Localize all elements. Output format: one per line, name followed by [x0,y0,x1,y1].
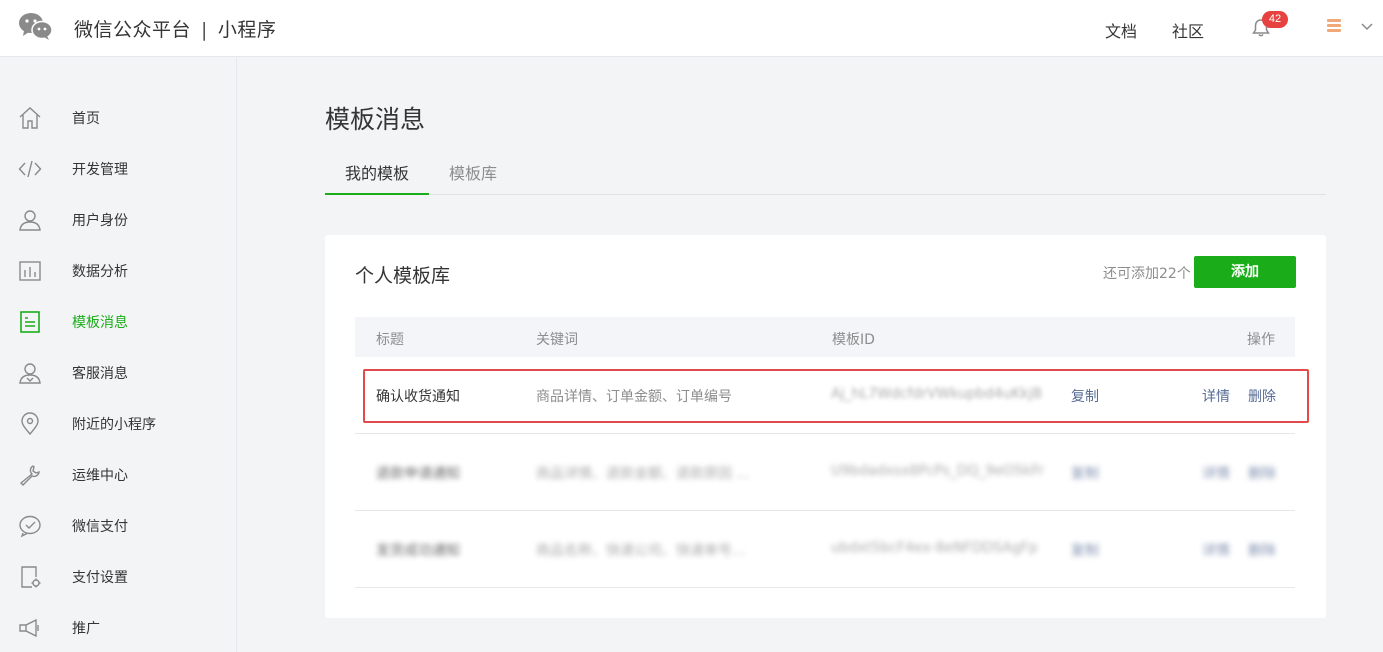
sidebar-item-ops[interactable]: 运维中心 [0,449,236,500]
sidebar-item-label: 推广 [72,621,100,637]
sidebar-item-label: 微信支付 [72,519,128,535]
sidebar-item-customer-service[interactable]: 客服消息 [0,347,236,398]
megaphone-icon [19,618,39,638]
chart-icon [19,261,41,281]
row-template-id: ubdxt5bcF4ex-8eNFDDSAgFp [831,540,1038,556]
tab-my-templates[interactable]: 我的模板 [325,156,429,195]
delete-link[interactable]: 删除 [1248,463,1276,483]
row-template-id: U9bdadxsx8PcPs_DQ_9eO5kFr [831,463,1044,479]
wrench-icon [19,465,40,486]
column-header-actions: 操作 [1247,332,1275,348]
copy-link[interactable]: 复制 [1071,386,1099,406]
pay-settings-icon [21,566,41,588]
sidebar-item-user-identity[interactable]: 用户身份 [0,194,236,245]
sidebar-item-label: 客服消息 [72,366,128,382]
sidebar-item-pay-settings[interactable]: 支付设置 [0,551,236,602]
tab-bar: 我的模板 模板库 [325,156,1326,195]
template-icon [20,311,40,333]
copy-link[interactable]: 复制 [1071,540,1099,560]
brand-separator: | [201,19,208,41]
user-icon [19,210,41,231]
table-header: 标题 关键词 模板ID 操作 [355,317,1295,357]
detail-link[interactable]: 详情 [1202,540,1230,560]
community-link[interactable]: 社区 [1172,18,1204,42]
sidebar-item-analytics[interactable]: 数据分析 [0,245,236,296]
sidebar-item-label: 支付设置 [72,570,128,586]
sidebar-item-home[interactable]: 首页 [0,92,236,143]
row-title: 确认收货通知 [376,389,460,405]
brand-name: 微信公众平台 [74,19,192,41]
detail-link[interactable]: 详情 [1202,463,1230,483]
sidebar-item-label: 运维中心 [72,468,128,484]
sidebar-item-label: 附近的小程序 [72,417,156,433]
personal-template-card: 个人模板库 还可添加22个 添加 标题 关键词 模板ID 操作 确认收货通知 商… [325,235,1326,618]
chevron-down-icon[interactable] [1361,22,1373,32]
sidebar-item-label: 模板消息 [72,315,128,331]
location-icon [21,412,39,436]
sidebar-item-wechat-pay[interactable]: 微信支付 [0,500,236,551]
table-row: 发货成功通知 商品名称、快递公司、快递单号... ubdxt5bcF4ex-8e… [355,511,1295,588]
sidebar-item-label: 首页 [72,111,100,127]
docs-link[interactable]: 文档 [1105,18,1137,42]
page-title: 模板消息 [325,105,426,134]
remaining-count: 还可添加22个 [1103,266,1191,282]
detail-link[interactable]: 详情 [1202,386,1230,406]
product-name: 小程序 [217,19,277,41]
table-row: 退款申请通知 商品详情、退款金额、退款原因 ... U9bdadxsx8PcPs… [355,434,1295,511]
sidebar-item-dev[interactable]: 开发管理 [0,143,236,194]
row-title: 发货成功通知 [376,543,460,559]
column-header-template-id: 模板ID [832,332,875,348]
delete-link[interactable]: 删除 [1248,540,1276,560]
code-icon [18,160,42,178]
tab-template-library[interactable]: 模板库 [449,156,497,195]
copy-link[interactable]: 复制 [1071,463,1099,483]
add-button[interactable]: 添加 [1194,256,1296,288]
notification-badge[interactable]: 42 [1262,11,1288,28]
home-icon [19,107,41,129]
top-bar: 微信公众平台 | 小程序 文档 社区 42 [0,0,1383,57]
sidebar-item-label: 用户身份 [72,213,128,229]
sidebar: 首页 开发管理 用户身份 数据分析 模板消息 客服消息 附近的小程序 运维中心 … [0,58,237,652]
row-keywords: 商品详情、退款金额、退款原因 ... [536,466,750,482]
brand-title[interactable]: 微信公众平台 | 小程序 [74,15,276,42]
card-title: 个人模板库 [355,265,451,287]
wechat-logo-icon[interactable] [18,11,54,41]
column-header-title: 标题 [376,332,404,348]
sidebar-item-label: 数据分析 [72,264,128,280]
pay-icon [19,515,41,538]
sidebar-item-nearby[interactable]: 附近的小程序 [0,398,236,449]
row-title: 退款申请通知 [376,466,460,482]
table-row: 确认收货通知 商品详情、订单金额、订单编号 Aj_hL7WdcfdrVWkupb… [355,357,1295,434]
delete-link[interactable]: 删除 [1248,386,1276,406]
column-header-keywords: 关键词 [536,332,578,348]
sidebar-item-label: 开发管理 [72,162,128,178]
avatar[interactable] [1321,17,1343,39]
sidebar-item-promotion[interactable]: 推广 [0,602,236,652]
row-keywords: 商品名称、快递公司、快递单号... [536,543,746,559]
service-icon [19,363,41,384]
row-template-id: Aj_hL7WdcfdrVWkupbd4uKkjB [831,386,1043,402]
row-keywords: 商品详情、订单金额、订单编号 [536,389,732,405]
sidebar-item-template-message[interactable]: 模板消息 [0,296,236,347]
